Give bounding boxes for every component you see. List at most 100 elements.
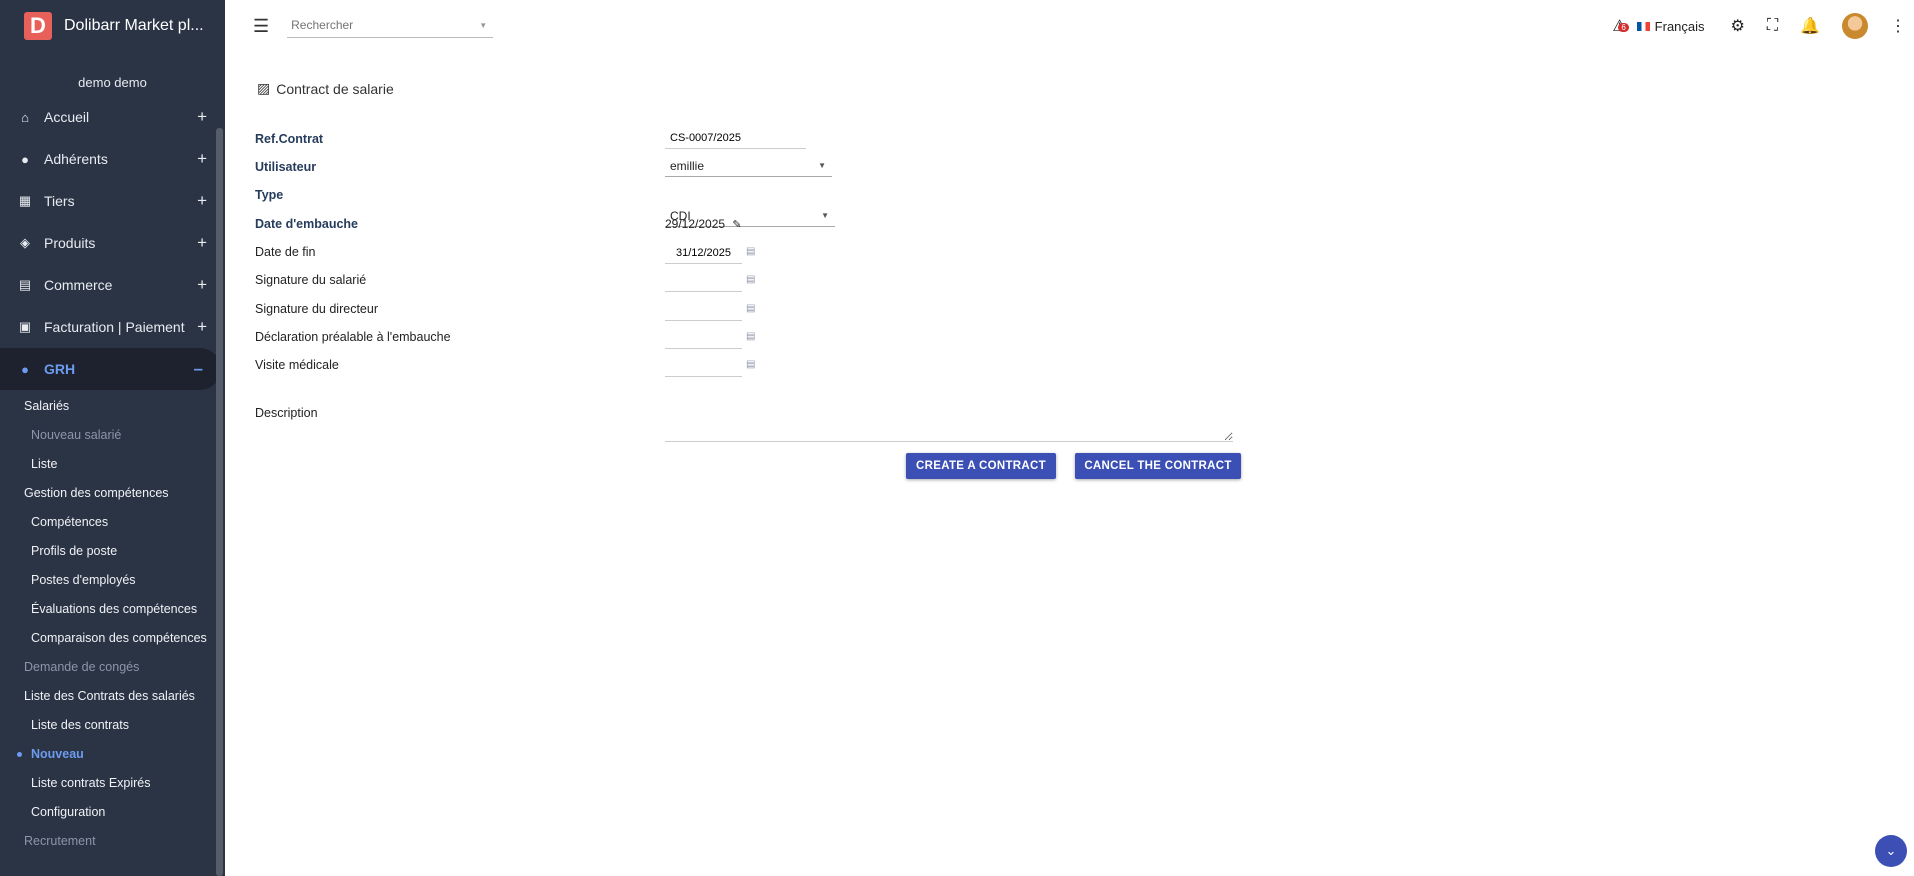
calendar-icon[interactable]: ▤ <box>746 274 755 285</box>
commerce-icon: ▤ <box>18 277 32 292</box>
member-icon: ● <box>21 151 29 167</box>
label-signature-salarie: Signature du salarié <box>255 273 367 287</box>
sidebar-scrollbar[interactable] <box>216 128 223 876</box>
home-icon: ⌂ <box>21 109 29 125</box>
sidebar-item-label: Adhérents <box>44 151 108 167</box>
expand-icon[interactable]: + <box>197 317 207 337</box>
ref-contrat-input[interactable] <box>665 128 806 149</box>
calendar-icon[interactable]: ▤ <box>746 246 755 257</box>
chevron-down-icon: ▼ <box>479 20 488 30</box>
sidebar-subitem[interactable]: Recrutement <box>0 827 225 856</box>
sidebar-subitem[interactable]: Liste <box>0 450 225 479</box>
sidebar-item-facturation-paiement[interactable]: ▣ Facturation | Paiement + <box>0 306 225 348</box>
edit-icon[interactable]: ✎ <box>732 219 741 231</box>
search-box[interactable]: ▼ <box>287 14 494 38</box>
page-title-text: Contract de salarie <box>276 80 394 97</box>
sidebar: D Dolibarr Market pl... demo demo ⌂ Accue… <box>0 0 225 876</box>
label-ref-contrat: Ref.Contrat <box>255 132 324 146</box>
calendar-icon[interactable]: ▤ <box>746 331 755 342</box>
page-title: ▨ Contract de salarie <box>257 80 394 97</box>
cancel-contract-button[interactable]: CANCEL THE CONTRACT <box>1075 453 1241 479</box>
sidebar-item-label: GRH <box>44 361 76 377</box>
flag-fr-icon <box>1636 21 1650 31</box>
hr-icon: ● <box>21 361 29 377</box>
sidebar-subitem[interactable]: Liste des contrats <box>0 711 225 740</box>
declaration-input[interactable] <box>665 328 742 349</box>
label-visite-medicale: Visite médicale <box>255 358 339 372</box>
menu-toggle-icon[interactable]: ☰ <box>253 16 269 37</box>
user-name[interactable]: demo demo <box>0 75 225 90</box>
sidebar-subitem[interactable]: Profils de poste <box>0 537 225 566</box>
label-description: Description <box>255 406 318 420</box>
billing-icon: ▣ <box>18 319 32 334</box>
label-type: Type <box>255 188 284 202</box>
date-fin-input[interactable] <box>665 243 742 264</box>
sidebar-item-adh-rents[interactable]: ● Adhérents + <box>0 138 225 180</box>
signature-directeur-input[interactable] <box>665 300 742 321</box>
sidebar-subitem[interactable]: Gestion des compétences <box>0 479 225 508</box>
sidebar-subitem[interactable]: Liste des Contrats des salariés <box>0 682 225 711</box>
expand-icon[interactable]: + <box>197 191 207 211</box>
brand[interactable]: D Dolibarr Market pl... <box>0 0 225 52</box>
chevron-down-icon: ⌄ <box>1885 843 1897 858</box>
label-date-embauche: Date d'embauche <box>255 217 359 231</box>
create-contract-button[interactable]: CREATE A CONTRACT <box>906 453 1056 479</box>
fullscreen-icon[interactable]: ⛶ <box>1767 17 1778 35</box>
sidebar-item-label: Accueil <box>44 109 90 125</box>
sidebar-subitem[interactable]: Demande de congés <box>0 653 225 682</box>
sidebar-item-label: Tiers <box>44 193 75 209</box>
sidebar-subitem[interactable]: Postes d'employés <box>0 566 225 595</box>
expand-icon[interactable]: – <box>194 359 203 379</box>
sidebar-subitem[interactable]: Configuration <box>0 798 225 827</box>
notification-count-badge: 6 <box>1618 23 1629 32</box>
chevron-down-icon: ▼ <box>821 211 829 220</box>
label-date-fin: Date de fin <box>255 245 316 259</box>
sidebar-subitem[interactable]: Nouveau salarié <box>0 421 225 450</box>
app-title: Dolibarr Market pl... <box>64 17 204 34</box>
scroll-down-button[interactable]: ⌄ <box>1875 835 1907 867</box>
sidebar-item-produits[interactable]: ◈ Produits + <box>0 222 225 264</box>
more-options-icon[interactable]: ⋮ <box>1890 16 1906 36</box>
box-icon: ◈ <box>20 235 30 250</box>
date-embauche-value: 29/12/2025 ✎ <box>665 217 742 231</box>
expand-icon[interactable]: + <box>197 233 207 253</box>
sidebar-item-tiers[interactable]: ▦ Tiers + <box>0 180 225 222</box>
warning-icon[interactable]: ⚠6 <box>1612 16 1629 36</box>
sidebar-item-grh[interactable]: ● GRH – <box>0 348 221 390</box>
search-input[interactable] <box>287 14 476 35</box>
bell-icon[interactable]: 🔔 <box>1800 16 1820 36</box>
signature-salarie-input[interactable] <box>665 271 742 292</box>
gear-icon[interactable]: ⚙ <box>1731 16 1745 36</box>
sidebar-subitem[interactable]: Salariés <box>0 392 225 421</box>
description-textarea[interactable] <box>665 380 1233 442</box>
expand-icon[interactable]: + <box>197 149 207 169</box>
utilisateur-select[interactable]: emillie ▼ <box>665 156 832 177</box>
expand-icon[interactable]: + <box>197 275 207 295</box>
label-declaration: Déclaration préalable à l'embauche <box>255 330 451 344</box>
topbar: ☰ ▼ ⚠6 Français ⚙ ⛶ 🔔 ⋮ <box>225 0 1914 52</box>
language-selector[interactable]: Français <box>1636 18 1705 34</box>
avatar[interactable] <box>1842 13 1868 39</box>
main-content: ▨ Contract de salarie Ref.Contrat Utilis… <box>225 52 1914 876</box>
sidebar-item-label: Commerce <box>44 277 113 293</box>
chevron-down-icon: ▼ <box>818 161 826 170</box>
sidebar-subitem[interactable]: Compétences <box>0 508 225 537</box>
language-label: Français <box>1654 18 1705 34</box>
sidebar-item-label: Facturation | Paiement <box>44 319 185 335</box>
sidebar-subitem[interactable]: Comparaison des compétences <box>0 624 225 653</box>
sidebar-item-accueil[interactable]: ⌂ Accueil + <box>0 96 225 138</box>
building-icon: ▦ <box>18 193 32 208</box>
label-signature-directeur: Signature du directeur <box>255 302 378 316</box>
calendar-icon[interactable]: ▤ <box>746 359 755 370</box>
calendar-icon[interactable]: ▤ <box>746 303 755 314</box>
dolibarr-logo: D <box>24 12 52 40</box>
sidebar-subitem[interactable]: Nouveau <box>0 740 225 769</box>
sidebar-subitem[interactable]: Évaluations des compétences <box>0 595 225 624</box>
visite-medicale-input[interactable] <box>665 356 742 377</box>
contract-icon: ▨ <box>257 80 271 96</box>
label-utilisateur: Utilisateur <box>255 160 317 174</box>
expand-icon[interactable]: + <box>197 107 207 127</box>
sidebar-item-commerce[interactable]: ▤ Commerce + <box>0 264 225 306</box>
date-embauche-text: 29/12/2025 <box>665 217 726 231</box>
sidebar-subitem[interactable]: Liste contrats Expirés <box>0 769 225 798</box>
